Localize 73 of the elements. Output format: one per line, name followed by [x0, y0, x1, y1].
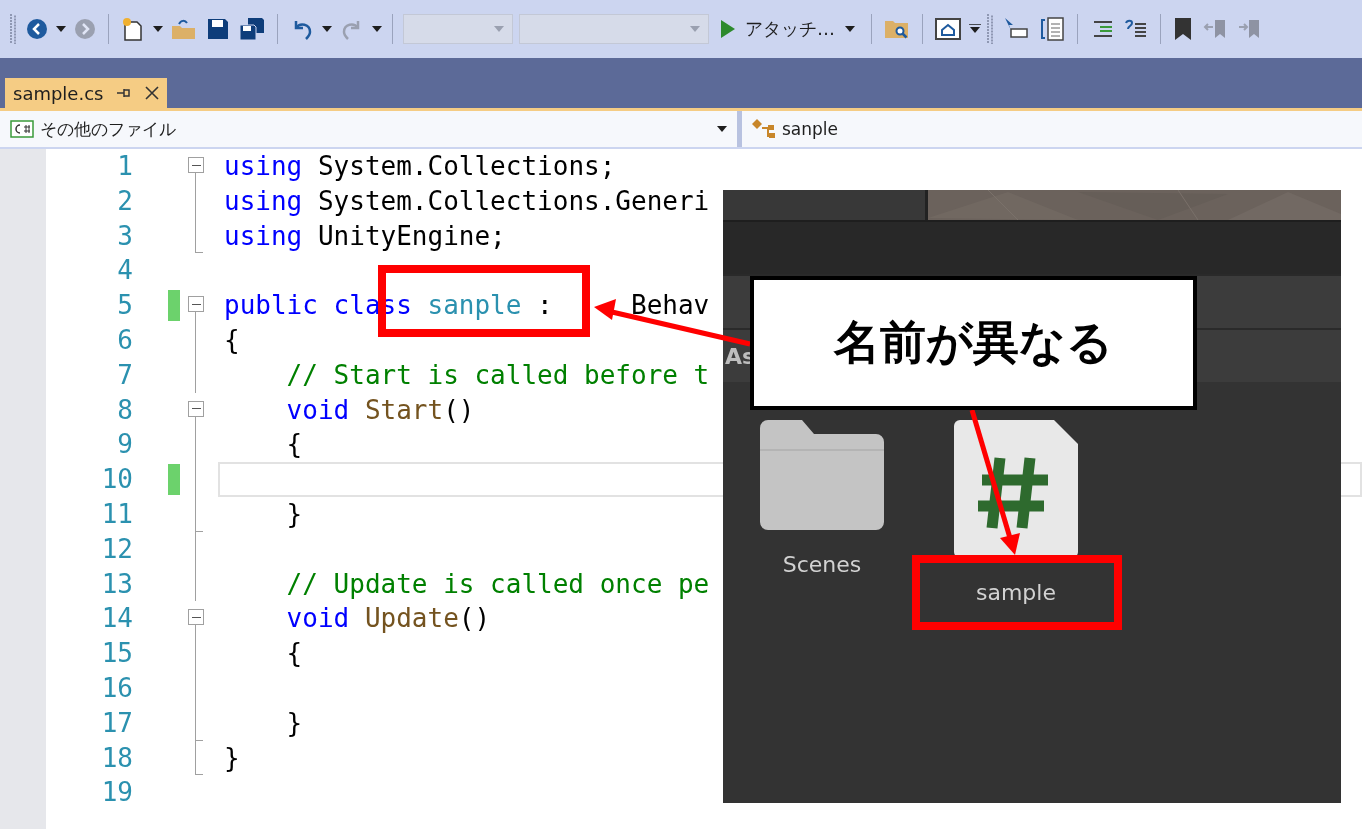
code-line: void Update() — [285, 602, 492, 636]
callout-text: 名前が異なる — [750, 276, 1197, 410]
line-number: 1 — [116, 150, 133, 183]
next-bookmark-icon — [1237, 17, 1261, 41]
line-number: 12 — [100, 532, 133, 566]
line-number: 5 — [116, 289, 133, 323]
grip-icon[interactable] — [987, 14, 995, 44]
grip-icon[interactable] — [10, 14, 18, 44]
line-number: 9 — [116, 428, 133, 462]
save-all-icon — [239, 17, 265, 41]
folder-search-icon — [884, 18, 910, 40]
attach-button[interactable]: アタッチ… — [715, 13, 861, 45]
pointer-icon — [1003, 17, 1029, 41]
uncomment-icon — [1124, 19, 1148, 39]
line-number: 11 — [100, 497, 133, 531]
code-line: } — [223, 741, 241, 775]
code-line: } — [285, 497, 304, 531]
panel-icon — [1039, 16, 1065, 42]
line-number: 10 — [100, 463, 133, 497]
member-dropdown[interactable]: sanple — [742, 111, 1362, 147]
code-line: using System.Collections; — [223, 150, 617, 183]
line-number: 7 — [116, 358, 133, 392]
line-number: 2 — [116, 184, 133, 218]
asset-item[interactable]: sample — [954, 420, 1078, 605]
code-line: { — [285, 637, 304, 671]
code-line: // Start is called before t — [285, 358, 711, 392]
code-line: using System.Collections.Generi — [223, 184, 711, 218]
line-number: 16 — [100, 671, 133, 705]
dropdown-caret-icon[interactable] — [372, 26, 382, 32]
line-number: 15 — [100, 637, 133, 671]
asset-item[interactable]: Scenes — [760, 420, 884, 605]
file-scope-dropdown[interactable]: その他のファイル — [0, 111, 737, 147]
dropdown-caret-icon — [717, 126, 727, 132]
dropdown-caret-icon[interactable] — [56, 26, 66, 32]
dropdown-caret-icon — [690, 26, 700, 32]
collapse-icon[interactable] — [188, 296, 204, 313]
folder-icon — [760, 420, 884, 530]
open-folder-icon — [171, 18, 197, 40]
close-icon[interactable] — [145, 86, 160, 100]
previous-bookmark-icon — [1203, 17, 1227, 41]
collapse-icon[interactable] — [188, 609, 204, 626]
script-file-icon — [954, 420, 1078, 558]
save-icon — [207, 18, 229, 40]
collapse-icon[interactable] — [188, 400, 204, 417]
editor-tab[interactable]: sample.cs — [5, 78, 168, 108]
code-line: void Start() — [285, 393, 476, 427]
new-file-icon — [121, 16, 145, 42]
home-window-icon — [935, 18, 961, 40]
dropdown-caret-icon — [494, 26, 504, 32]
line-number: 4 — [116, 254, 133, 288]
line-number: 13 — [100, 567, 133, 601]
code-line: // Update is called once pe — [285, 567, 711, 601]
code-line: using UnityEngine; — [223, 219, 507, 253]
code-line: { — [285, 428, 304, 462]
code-line: } — [285, 706, 304, 740]
dropdown-caret-icon — [845, 26, 855, 32]
line-number: 17 — [100, 706, 133, 740]
code-line: { — [223, 324, 241, 357]
dropdown-caret-icon[interactable] — [153, 26, 163, 32]
bookmark-icon — [1173, 17, 1193, 41]
line-number: 19 — [100, 776, 133, 810]
collapse-icon[interactable] — [188, 157, 204, 173]
overflow-caret-icon[interactable] — [969, 24, 981, 34]
line-number: 18 — [100, 741, 133, 775]
pin-icon[interactable] — [117, 87, 132, 99]
line-number: 6 — [116, 324, 133, 357]
line-number: 8 — [116, 393, 133, 427]
dropdown-caret-icon[interactable] — [322, 26, 332, 32]
line-number: 3 — [116, 219, 133, 253]
csharp-file-icon — [10, 120, 34, 138]
line-number: 14 — [100, 602, 133, 636]
class-icon — [752, 118, 776, 140]
play-icon — [721, 20, 735, 38]
